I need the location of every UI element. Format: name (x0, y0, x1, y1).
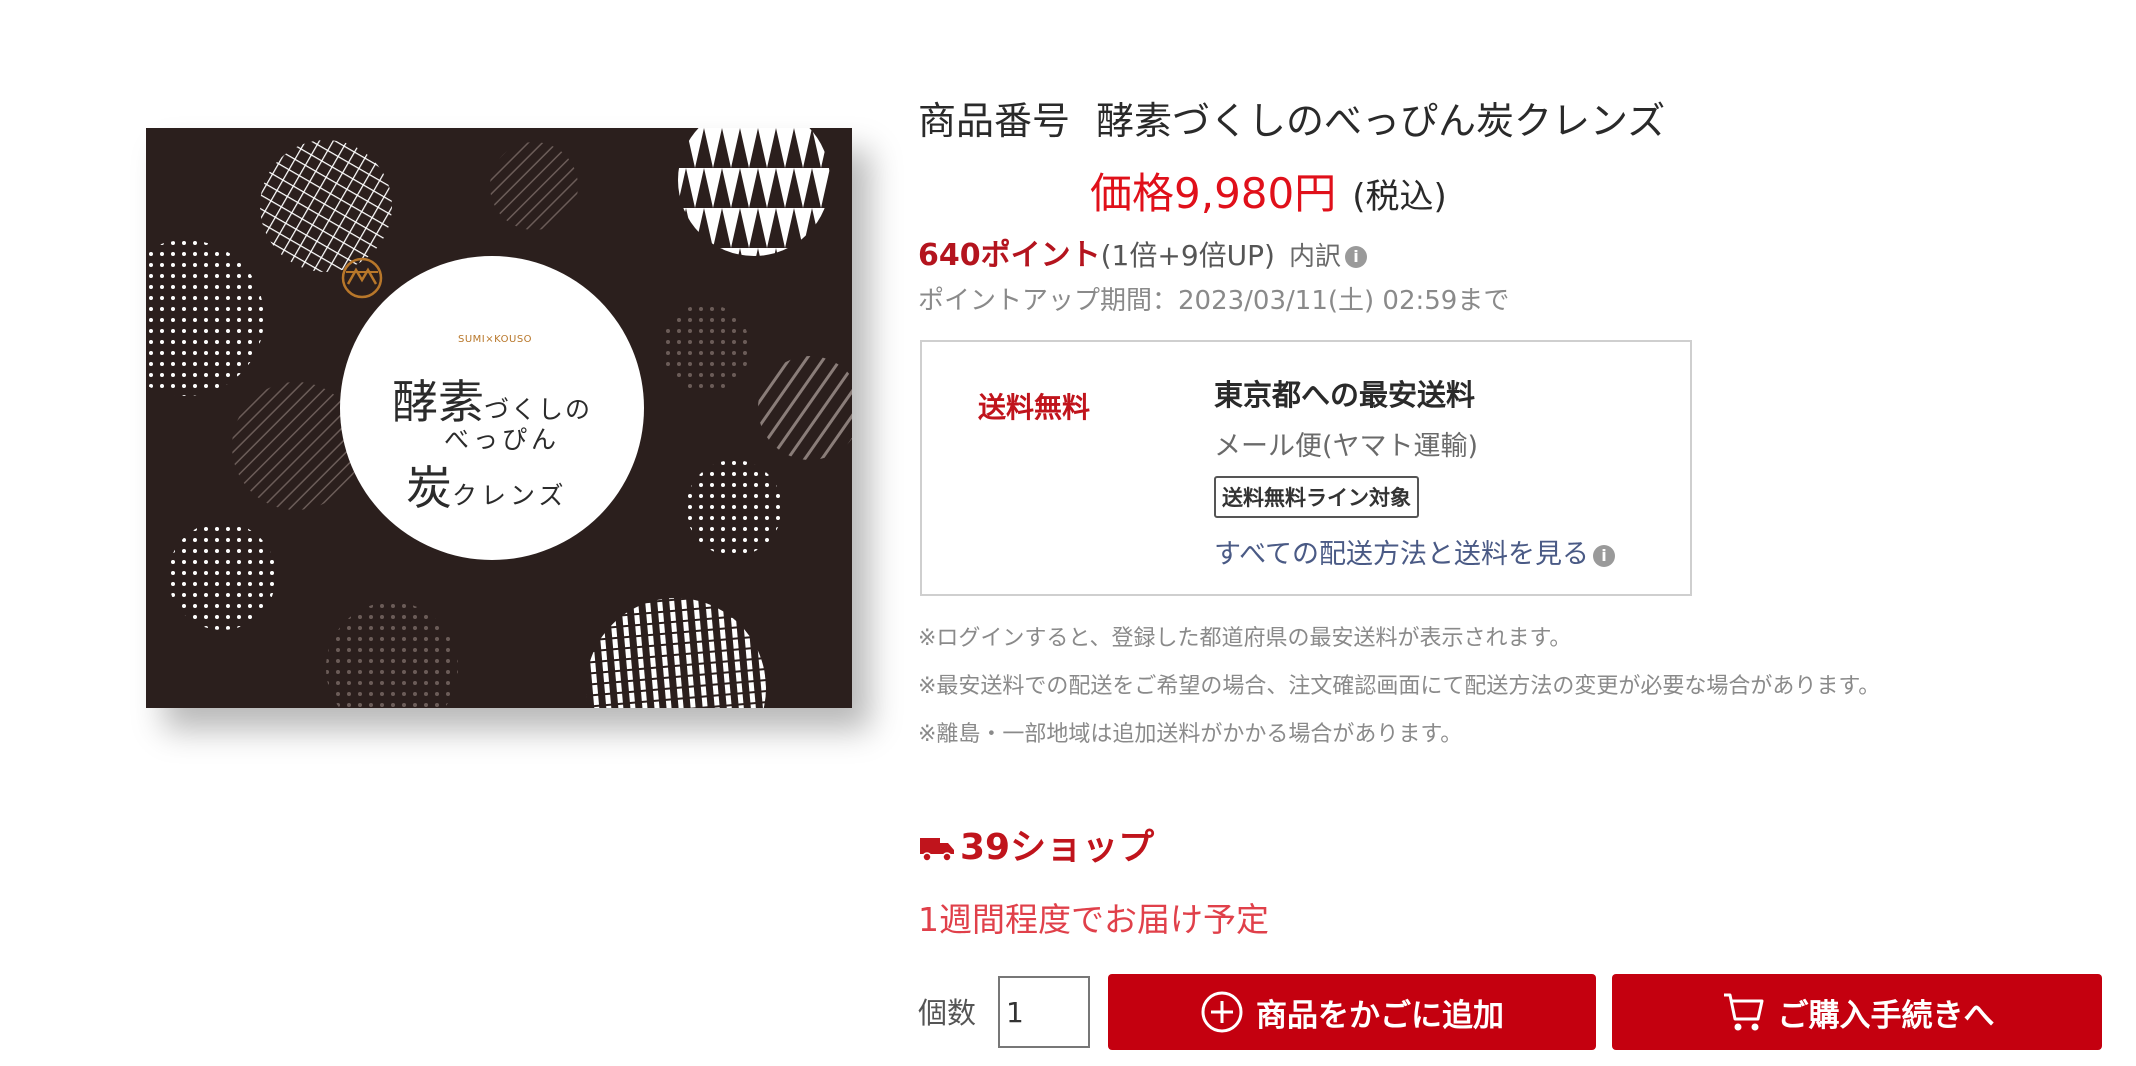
free-shipping-label: 送料無料 (978, 391, 1091, 424)
free-shipping-line-badge: 送料無料ライン対象 (1214, 476, 1419, 518)
info-icon[interactable]: i (1344, 245, 1367, 268)
add-to-cart-button[interactable]: 商品をかごに追加 (1108, 974, 1596, 1050)
quantity-input[interactable] (998, 976, 1090, 1048)
checkout-button[interactable]: ご購入手続きへ (1612, 974, 2102, 1050)
checkout-label: ご購入手続きへ (1777, 997, 1995, 1034)
points-period: ポイントアップ期間：2023/03/11(土) 02:59まで (918, 286, 1510, 316)
truck-icon (920, 838, 954, 862)
points-breakdown-link[interactable]: 内訳 (1289, 242, 1341, 272)
product-image: SUMI×KOUSO 酵素づくしの べっぴん 炭クレンズ (146, 128, 852, 708)
note-islands: ※離島・一部地域は追加送料がかかる場合があります。 (918, 722, 1463, 747)
shipping-box: 送料無料 東京都への最安送料 メール便(ヤマト運輸) 送料無料ライン対象 すべて… (920, 340, 1692, 596)
brand-logo-text: SUMI×KOUSO (458, 334, 533, 345)
all-shipping-methods-text[interactable]: すべての配送方法と送料を見る (1214, 539, 1589, 570)
package-name-line2: べっぴん (444, 425, 561, 454)
shop-name-text: 39ショップ (960, 827, 1155, 868)
product-number-label: 商品番号 (918, 99, 1071, 143)
points-value: 640ポイント (918, 238, 1101, 273)
shipping-method: メール便(ヤマト運輸) (1214, 431, 1479, 462)
shop-name: 39ショップ (918, 818, 1154, 870)
cart-icon (1723, 993, 1763, 1031)
note-login: ※ログインすると、登録した都道府県の最安送料が表示されます。 (918, 626, 1572, 651)
brand-logo-icon (341, 257, 383, 299)
points-row: 640ポイント(1倍+9倍UP) 内訳 i (918, 230, 1367, 274)
price-row: 価格9,980円 (税込) (1090, 160, 1447, 221)
note-cheapest: ※最安送料での配送をご希望の場合、注文確認画面にて配送方法の変更が必要な場合があ… (918, 674, 1881, 699)
tax-label: (税込) (1352, 177, 1447, 217)
quantity-label: 個数 (918, 996, 977, 1030)
shipping-title: 東京都への最安送料 (1214, 378, 1476, 412)
points-detail: (1倍+9倍UP) (1100, 239, 1275, 272)
delivery-estimate: 1週間程度でお届け予定 (918, 900, 1269, 939)
package-label: SUMI×KOUSO 酵素づくしの べっぴん 炭クレンズ (340, 256, 644, 560)
product-title: 商品番号 酵素づくしのべっぴん炭クレンズ (918, 90, 1665, 145)
add-to-cart-label: 商品をかごに追加 (1256, 997, 1504, 1034)
plus-circle-icon (1201, 991, 1243, 1033)
all-shipping-methods-link[interactable]: すべての配送方法と送料を見る i (1214, 532, 1616, 571)
package-name-line3: 炭クレンズ (406, 461, 568, 515)
product-name: 酵素づくしのべっぴん炭クレンズ (1096, 99, 1666, 143)
price: 価格9,980円 (1090, 169, 1337, 218)
info-icon[interactable]: i (1593, 544, 1616, 567)
